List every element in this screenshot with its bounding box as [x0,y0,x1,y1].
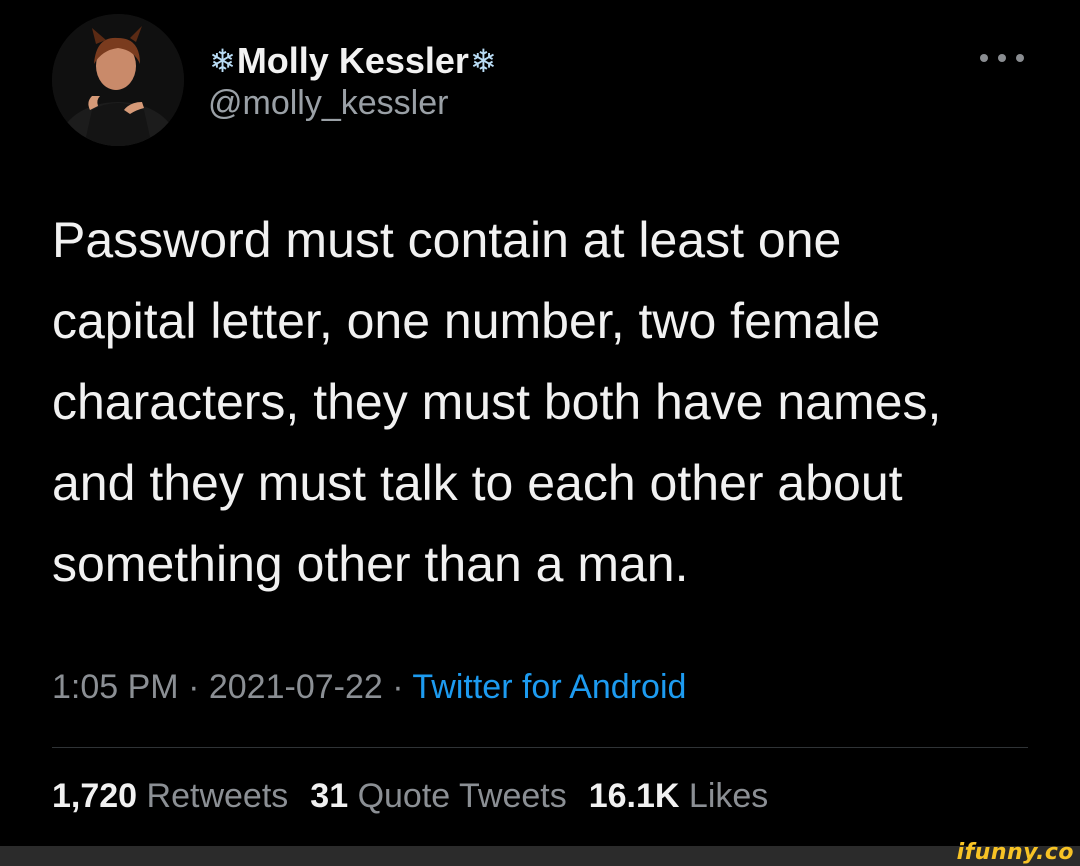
meta-separator: · [392,668,404,706]
divider [52,747,1028,748]
tweet-line: something other than a man. [52,536,689,592]
quote-tweets-stat[interactable]: 31 Quote Tweets [310,777,566,815]
ifunny-watermark: ifunny.co [956,840,1074,865]
retweets-stat[interactable]: 1,720 Retweets [52,777,288,815]
tweet-line: characters, they must both have names, [52,374,942,430]
more-dot [998,54,1006,62]
tweet-line: and they must talk to each other about [52,455,903,511]
retweets-label: Retweets [146,777,289,815]
tweet-date[interactable]: 2021-07-22 [209,668,383,706]
tweet-line: Password must contain at least one [52,212,842,268]
tweet-line: capital letter, one number, two female [52,293,881,349]
engagement-stats: 1,720 Retweets 31 Quote Tweets 16.1K Likes [52,777,768,816]
profile-photo [52,14,184,146]
more-dot [1016,54,1024,62]
likes-stat[interactable]: 16.1K Likes [589,777,769,815]
more-dot [980,54,988,62]
footer-bar [0,846,1080,866]
likes-label: Likes [688,777,769,815]
retweets-count: 1,720 [52,777,138,815]
tweet-meta: 1:05 PM · 2021-07-22 · Twitter for Andro… [52,668,686,707]
display-name-text: Molly Kessler [236,40,469,81]
more-horizontal-icon[interactable] [980,48,1024,68]
avatar[interactable] [52,14,184,146]
tweet-card: ❄ Molly Kessler ❄ @molly_kessler Passwor… [0,0,1080,846]
author-handle[interactable]: @molly_kessler [208,84,448,123]
tweet-time[interactable]: 1:05 PM [52,668,179,706]
quotes-count: 31 [310,777,349,815]
tweet-source-link[interactable]: Twitter for Android [412,668,686,706]
snowflake-icon: ❄ [209,43,236,79]
meta-separator: · [188,668,200,706]
likes-count: 16.1K [588,777,680,815]
quotes-label: Quote Tweets [357,777,567,815]
tweet-text: Password must contain at least one capit… [52,200,1052,605]
snowflake-icon: ❄ [469,43,497,79]
author-display-name[interactable]: ❄ Molly Kessler ❄ [208,38,498,84]
